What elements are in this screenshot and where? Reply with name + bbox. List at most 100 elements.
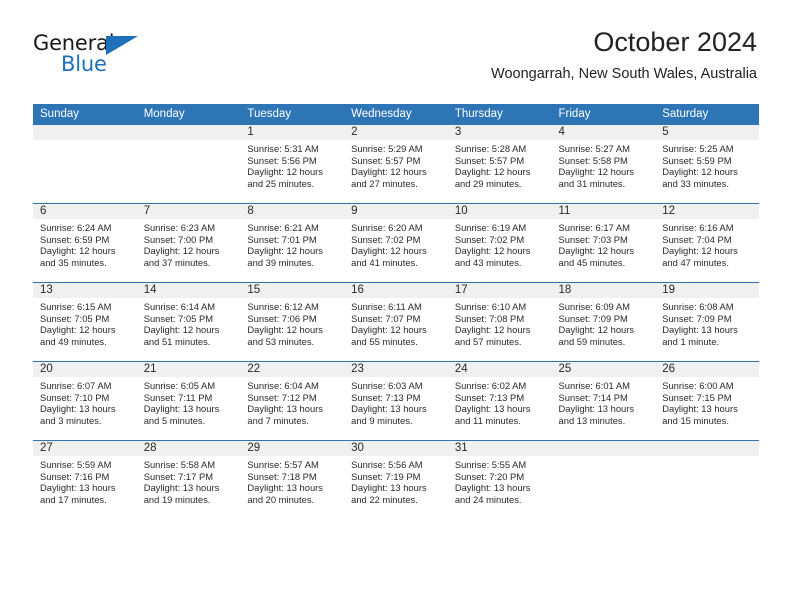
calendar-day-cell[interactable]: 22 Sunrise: 6:04 AM Sunset: 7:12 PM Dayligh… (240, 361, 345, 441)
day-number: 20 (33, 362, 137, 377)
calendar-day-cell[interactable]: 27 Sunrise: 5:59 AM Sunset: 7:16 PM Dayligh… (33, 440, 137, 519)
sunset-text: Sunset: 7:05 PM (143, 312, 214, 324)
calendar-day-cell[interactable]: 16 Sunrise: 6:11 AM Sunset: 7:07 PM Dayligh… (344, 282, 448, 362)
page-title: October 2024 (593, 27, 757, 57)
daylight-text: Daylight: 12 hours and 35 minutes. (40, 245, 116, 268)
day-number: 11 (551, 204, 656, 219)
calendar-day-cell[interactable]: 14 Sunrise: 6:14 AM Sunset: 7:05 PM Dayligh… (136, 282, 241, 362)
calendar-week-row: 13 Sunrise: 6:15 AM Sunset: 7:05 PM Dayligh… (33, 282, 759, 362)
calendar-day-cell-empty (551, 440, 656, 519)
calendar-day-cell[interactable]: 2 Sunrise: 5:29 AM Sunset: 5:57 PM Daylight… (344, 125, 448, 204)
sunrise-text: Sunrise: 6:08 AM (662, 301, 734, 312)
calendar-day-cell[interactable]: 3 Sunrise: 5:28 AM Sunset: 5:57 PM Daylight… (447, 125, 552, 204)
sunset-text: Sunset: 7:15 PM (662, 391, 732, 403)
calendar-day-cell[interactable]: 7 Sunrise: 6:23 AM Sunset: 7:00 PM Daylight… (136, 203, 241, 283)
daylight-text: Daylight: 13 hours and 19 minutes. (143, 482, 220, 505)
day-number: 21 (136, 362, 241, 377)
sunrise-text: Sunrise: 6:16 AM (662, 222, 734, 233)
sunset-text: Sunset: 7:12 PM (247, 391, 317, 403)
calendar-day-cell[interactable]: 11 Sunrise: 6:17 AM Sunset: 7:03 PM Dayligh… (551, 203, 656, 283)
calendar-day-cell[interactable]: 24 Sunrise: 6:02 AM Sunset: 7:13 PM Dayligh… (447, 361, 552, 441)
calendar-day-cell[interactable]: 10 Sunrise: 6:19 AM Sunset: 7:02 PM Dayligh… (447, 203, 552, 283)
sunset-text: Sunset: 5:56 PM (247, 154, 317, 166)
day-number-band (136, 125, 241, 140)
calendar-day-cell[interactable]: 29 Sunrise: 5:57 AM Sunset: 7:18 PM Dayligh… (240, 440, 345, 519)
calendar-day-cell[interactable]: 15 Sunrise: 6:12 AM Sunset: 7:06 PM Dayligh… (240, 282, 345, 362)
daylight-text: Daylight: 12 hours and 43 minutes. (454, 245, 531, 268)
calendar-day-cell[interactable]: 8 Sunrise: 6:21 AM Sunset: 7:01 PM Daylight… (240, 203, 345, 283)
calendar-day-cell[interactable]: 30 Sunrise: 5:56 AM Sunset: 7:19 PM Dayligh… (344, 440, 448, 519)
daylight-text: Daylight: 12 hours and 27 minutes. (351, 166, 427, 189)
sunrise-text: Sunrise: 5:31 AM (247, 143, 319, 154)
day-details: Sunrise: 5:59 AM Sunset: 7:16 PM Daylight:… (33, 456, 137, 505)
day-box: 27 Sunrise: 5:59 AM Sunset: 7:16 PM Dayligh… (33, 441, 137, 519)
day-box: 29 Sunrise: 5:57 AM Sunset: 7:18 PM Dayligh… (240, 441, 345, 519)
sunset-text: Sunset: 7:04 PM (662, 233, 732, 245)
calendar-day-cell[interactable]: 13 Sunrise: 6:15 AM Sunset: 7:05 PM Dayligh… (33, 282, 137, 362)
calendar-day-cell[interactable]: 28 Sunrise: 5:58 AM Sunset: 7:17 PM Dayligh… (136, 440, 241, 519)
weekday-header-saturday: Saturday (655, 104, 759, 125)
calendar-day-cell[interactable]: 6 Sunrise: 6:24 AM Sunset: 6:59 PM Daylight… (33, 203, 137, 283)
calendar-day-cell[interactable]: 26 Sunrise: 6:00 AM Sunset: 7:15 PM Dayligh… (655, 361, 759, 441)
calendar-body: 1 Sunrise: 5:31 AM Sunset: 5:56 PM Daylight… (33, 125, 759, 519)
day-box (136, 125, 241, 203)
sunset-text: Sunset: 7:01 PM (247, 233, 317, 245)
sunset-text: Sunset: 5:57 PM (454, 154, 525, 166)
daylight-text: Daylight: 13 hours and 13 minutes. (558, 403, 635, 426)
weekday-header-monday: Monday (136, 104, 241, 125)
day-box: 3 Sunrise: 5:28 AM Sunset: 5:57 PM Daylight… (447, 125, 552, 203)
calendar-day-cell[interactable]: 21 Sunrise: 6:05 AM Sunset: 7:11 PM Dayligh… (136, 361, 241, 441)
day-number: 13 (33, 283, 137, 298)
calendar-day-cell[interactable]: 31 Sunrise: 5:55 AM Sunset: 7:20 PM Dayligh… (447, 440, 552, 519)
calendar-day-cell[interactable]: 18 Sunrise: 6:09 AM Sunset: 7:09 PM Dayligh… (551, 282, 656, 362)
calendar-day-cell-empty (136, 125, 241, 204)
daylight-text: Daylight: 13 hours and 9 minutes. (351, 403, 427, 426)
calendar-day-cell[interactable]: 25 Sunrise: 6:01 AM Sunset: 7:14 PM Dayligh… (551, 361, 656, 441)
day-box: 23 Sunrise: 6:03 AM Sunset: 7:13 PM Dayligh… (344, 362, 448, 440)
sunset-text: Sunset: 5:57 PM (351, 154, 421, 166)
calendar-day-cell[interactable]: 1 Sunrise: 5:31 AM Sunset: 5:56 PM Daylight… (240, 125, 345, 204)
day-number: 31 (447, 441, 552, 456)
day-number: 10 (447, 204, 552, 219)
day-number: 15 (240, 283, 345, 298)
calendar-day-cell[interactable]: 5 Sunrise: 5:25 AM Sunset: 5:59 PM Daylight… (655, 125, 759, 204)
sunrise-text: Sunrise: 6:04 AM (247, 380, 319, 391)
sunset-text: Sunset: 7:19 PM (351, 470, 421, 482)
sunrise-text: Sunrise: 6:11 AM (351, 301, 422, 312)
daylight-text: Daylight: 12 hours and 31 minutes. (558, 166, 635, 189)
sunrise-text: Sunrise: 6:05 AM (143, 380, 216, 391)
day-box: 10 Sunrise: 6:19 AM Sunset: 7:02 PM Dayligh… (447, 204, 552, 282)
weekday-header-thursday: Thursday (447, 104, 552, 125)
sunrise-text: Sunrise: 6:03 AM (351, 380, 423, 391)
calendar-day-cell[interactable]: 4 Sunrise: 5:27 AM Sunset: 5:58 PM Daylight… (551, 125, 656, 204)
day-details: Sunrise: 5:25 AM Sunset: 5:59 PM Daylight:… (655, 140, 759, 189)
logo-text-blue: Blue (61, 52, 107, 76)
day-box: 1 Sunrise: 5:31 AM Sunset: 5:56 PM Daylight… (240, 125, 345, 203)
day-box: 16 Sunrise: 6:11 AM Sunset: 7:07 PM Dayligh… (344, 283, 448, 361)
sunset-text: Sunset: 7:13 PM (454, 391, 525, 403)
general-blue-logo[interactable]: General Blue (33, 33, 153, 79)
day-details: Sunrise: 5:28 AM Sunset: 5:57 PM Daylight:… (448, 140, 552, 189)
calendar-day-cell[interactable]: 20 Sunrise: 6:07 AM Sunset: 7:10 PM Dayligh… (33, 361, 137, 441)
day-details: Sunrise: 5:56 AM Sunset: 7:19 PM Daylight:… (344, 456, 448, 505)
day-details: Sunrise: 6:24 AM Sunset: 6:59 PM Daylight:… (33, 219, 137, 268)
day-number: 22 (240, 362, 345, 377)
calendar-day-cell[interactable]: 9 Sunrise: 6:20 AM Sunset: 7:02 PM Daylight… (344, 203, 448, 283)
daylight-text: Daylight: 13 hours and 17 minutes. (40, 482, 116, 505)
calendar-day-cell[interactable]: 17 Sunrise: 6:10 AM Sunset: 7:08 PM Dayligh… (447, 282, 552, 362)
sunrise-text: Sunrise: 5:58 AM (143, 459, 216, 470)
day-number: 3 (447, 125, 552, 140)
day-number: 5 (655, 125, 759, 140)
sunrise-text: Sunrise: 6:23 AM (143, 222, 216, 233)
calendar-day-cell[interactable]: 23 Sunrise: 6:03 AM Sunset: 7:13 PM Dayligh… (344, 361, 448, 441)
day-box: 2 Sunrise: 5:29 AM Sunset: 5:57 PM Daylight… (344, 125, 448, 203)
day-box: 8 Sunrise: 6:21 AM Sunset: 7:01 PM Daylight… (240, 204, 345, 282)
daylight-text: Daylight: 13 hours and 22 minutes. (351, 482, 427, 505)
sunrise-text: Sunrise: 5:25 AM (662, 143, 734, 154)
sunrise-text: Sunrise: 6:14 AM (143, 301, 216, 312)
day-details: Sunrise: 6:04 AM Sunset: 7:12 PM Daylight:… (240, 377, 344, 426)
day-details: Sunrise: 6:12 AM Sunset: 7:06 PM Daylight:… (240, 298, 344, 347)
calendar-day-cell[interactable]: 12 Sunrise: 6:16 AM Sunset: 7:04 PM Dayligh… (655, 203, 759, 283)
day-box: 13 Sunrise: 6:15 AM Sunset: 7:05 PM Dayligh… (33, 283, 137, 361)
calendar-day-cell[interactable]: 19 Sunrise: 6:08 AM Sunset: 7:09 PM Dayligh… (655, 282, 759, 362)
